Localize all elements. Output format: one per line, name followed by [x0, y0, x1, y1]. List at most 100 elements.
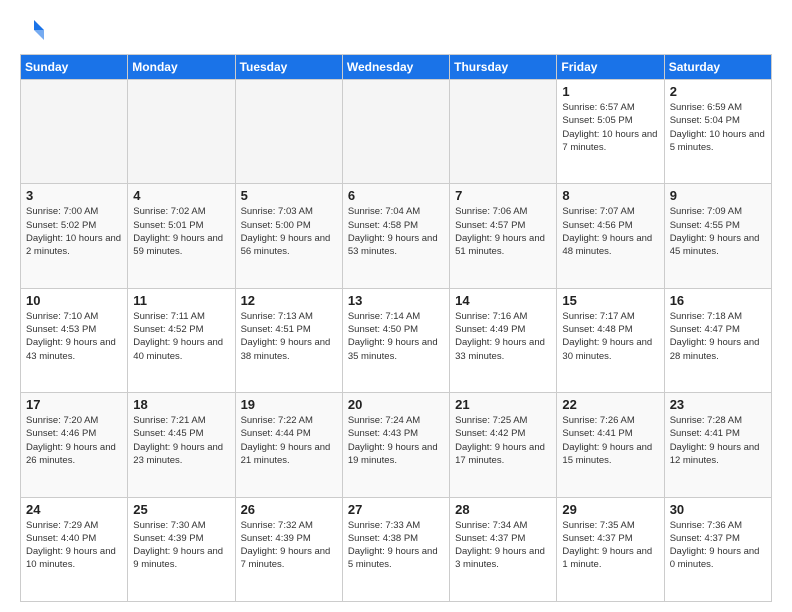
- day-info: Sunrise: 7:25 AM Sunset: 4:42 PM Dayligh…: [455, 414, 551, 467]
- logo-icon: [20, 16, 48, 44]
- calendar-cell: 17Sunrise: 7:20 AM Sunset: 4:46 PM Dayli…: [21, 393, 128, 497]
- day-number: 18: [133, 397, 229, 412]
- day-number: 12: [241, 293, 337, 308]
- weekday-header: Saturday: [664, 55, 771, 80]
- calendar-header-row: SundayMondayTuesdayWednesdayThursdayFrid…: [21, 55, 772, 80]
- calendar-cell: 29 Sunrise: 7:35 AM Sunset: 4:37 PM Dayli…: [557, 497, 664, 601]
- calendar-cell: 3 Sunrise: 7:00 AM Sunset: 5:02 PM Daylig…: [21, 184, 128, 288]
- day-info: Sunrise: 7:35 AM Sunset: 4:37 PM Dayligh…: [562, 519, 658, 572]
- day-number: 1: [562, 84, 658, 99]
- day-info: Sunrise: 7:14 AM Sunset: 4:50 PM Dayligh…: [348, 310, 444, 363]
- day-number: 29: [562, 502, 658, 517]
- header: [20, 16, 772, 44]
- day-number: 14: [455, 293, 551, 308]
- day-info: Sunrise: 7:29 AM Sunset: 4:40 PM Dayligh…: [26, 519, 122, 572]
- day-number: 22: [562, 397, 658, 412]
- day-info: Sunrise: 7:02 AM Sunset: 5:01 PM Dayligh…: [133, 205, 229, 258]
- day-number: 7: [455, 188, 551, 203]
- calendar-cell: 22 Sunrise: 7:26 AM Sunset: 4:41 PM Dayli…: [557, 393, 664, 497]
- day-number: 3: [26, 188, 122, 203]
- calendar-cell: 11 Sunrise: 7:11 AM Sunset: 4:52 PM Dayli…: [128, 288, 235, 392]
- calendar-cell: 20 Sunrise: 7:24 AM Sunset: 4:43 PM Dayli…: [342, 393, 449, 497]
- day-info: Sunrise: 7:06 AM Sunset: 4:57 PM Dayligh…: [455, 205, 551, 258]
- weekday-header: Monday: [128, 55, 235, 80]
- day-number: 23: [670, 397, 766, 412]
- weekday-header: Wednesday: [342, 55, 449, 80]
- day-info: Sunrise: 7:18 AM Sunset: 4:47 PM Dayligh…: [670, 310, 766, 363]
- day-number: 8: [562, 188, 658, 203]
- page: SundayMondayTuesdayWednesdayThursdayFrid…: [0, 0, 792, 612]
- calendar-week-row: 3 Sunrise: 7:00 AM Sunset: 5:02 PM Daylig…: [21, 184, 772, 288]
- calendar-cell: 21 Sunrise: 7:25 AM Sunset: 4:42 PM Dayli…: [450, 393, 557, 497]
- calendar-cell: 4 Sunrise: 7:02 AM Sunset: 5:01 PM Daylig…: [128, 184, 235, 288]
- day-info: Sunrise: 7:32 AM Sunset: 4:39 PM Dayligh…: [241, 519, 337, 572]
- day-info: Sunrise: 7:22 AM Sunset: 4:44 PM Dayligh…: [241, 414, 337, 467]
- day-info: Sunrise: 7:36 AM Sunset: 4:37 PM Dayligh…: [670, 519, 766, 572]
- calendar-cell: 19 Sunrise: 7:22 AM Sunset: 4:44 PM Dayli…: [235, 393, 342, 497]
- day-number: 20: [348, 397, 444, 412]
- day-info: Sunrise: 7:34 AM Sunset: 4:37 PM Dayligh…: [455, 519, 551, 572]
- calendar-week-row: 17Sunrise: 7:20 AM Sunset: 4:46 PM Dayli…: [21, 393, 772, 497]
- day-info: Sunrise: 7:03 AM Sunset: 5:00 PM Dayligh…: [241, 205, 337, 258]
- day-info: Sunrise: 7:17 AM Sunset: 4:48 PM Dayligh…: [562, 310, 658, 363]
- day-info: Sunrise: 7:26 AM Sunset: 4:41 PM Dayligh…: [562, 414, 658, 467]
- calendar-week-row: 10 Sunrise: 7:10 AM Sunset: 4:53 PM Dayli…: [21, 288, 772, 392]
- day-number: 4: [133, 188, 229, 203]
- calendar-cell: 28 Sunrise: 7:34 AM Sunset: 4:37 PM Dayli…: [450, 497, 557, 601]
- day-number: 16: [670, 293, 766, 308]
- day-info: Sunrise: 7:20 AM Sunset: 4:46 PM Dayligh…: [26, 414, 122, 467]
- logo: [20, 16, 52, 44]
- day-info: Sunrise: 7:28 AM Sunset: 4:41 PM Dayligh…: [670, 414, 766, 467]
- day-info: Sunrise: 6:57 AM Sunset: 5:05 PM Dayligh…: [562, 101, 658, 154]
- weekday-header: Sunday: [21, 55, 128, 80]
- day-number: 27: [348, 502, 444, 517]
- weekday-header: Tuesday: [235, 55, 342, 80]
- calendar-cell: 8 Sunrise: 7:07 AM Sunset: 4:56 PM Daylig…: [557, 184, 664, 288]
- calendar-cell: 27 Sunrise: 7:33 AM Sunset: 4:38 PM Dayli…: [342, 497, 449, 601]
- day-number: 10: [26, 293, 122, 308]
- day-number: 21: [455, 397, 551, 412]
- day-number: 15: [562, 293, 658, 308]
- calendar-cell: [342, 80, 449, 184]
- day-number: 6: [348, 188, 444, 203]
- calendar-cell: 6Sunrise: 7:04 AM Sunset: 4:58 PM Daylig…: [342, 184, 449, 288]
- calendar-cell: 9 Sunrise: 7:09 AM Sunset: 4:55 PM Daylig…: [664, 184, 771, 288]
- calendar-cell: 15 Sunrise: 7:17 AM Sunset: 4:48 PM Dayli…: [557, 288, 664, 392]
- calendar-cell: [450, 80, 557, 184]
- day-number: 5: [241, 188, 337, 203]
- calendar-cell: 24Sunrise: 7:29 AM Sunset: 4:40 PM Dayli…: [21, 497, 128, 601]
- day-info: Sunrise: 7:21 AM Sunset: 4:45 PM Dayligh…: [133, 414, 229, 467]
- calendar-cell: 16 Sunrise: 7:18 AM Sunset: 4:47 PM Dayli…: [664, 288, 771, 392]
- day-info: Sunrise: 7:00 AM Sunset: 5:02 PM Dayligh…: [26, 205, 122, 258]
- day-number: 9: [670, 188, 766, 203]
- calendar-week-row: 1 Sunrise: 6:57 AM Sunset: 5:05 PM Daylig…: [21, 80, 772, 184]
- day-info: Sunrise: 7:09 AM Sunset: 4:55 PM Dayligh…: [670, 205, 766, 258]
- calendar-cell: 14Sunrise: 7:16 AM Sunset: 4:49 PM Dayli…: [450, 288, 557, 392]
- day-number: 13: [348, 293, 444, 308]
- day-number: 25: [133, 502, 229, 517]
- calendar-cell: 1 Sunrise: 6:57 AM Sunset: 5:05 PM Daylig…: [557, 80, 664, 184]
- weekday-header: Thursday: [450, 55, 557, 80]
- calendar-cell: 5 Sunrise: 7:03 AM Sunset: 5:00 PM Daylig…: [235, 184, 342, 288]
- calendar-cell: 26Sunrise: 7:32 AM Sunset: 4:39 PM Dayli…: [235, 497, 342, 601]
- day-info: Sunrise: 7:07 AM Sunset: 4:56 PM Dayligh…: [562, 205, 658, 258]
- calendar-cell: [21, 80, 128, 184]
- day-number: 19: [241, 397, 337, 412]
- day-info: Sunrise: 7:11 AM Sunset: 4:52 PM Dayligh…: [133, 310, 229, 363]
- calendar-cell: 2Sunrise: 6:59 AM Sunset: 5:04 PM Daylig…: [664, 80, 771, 184]
- calendar-cell: [235, 80, 342, 184]
- day-info: Sunrise: 7:30 AM Sunset: 4:39 PM Dayligh…: [133, 519, 229, 572]
- calendar-cell: 23 Sunrise: 7:28 AM Sunset: 4:41 PM Dayli…: [664, 393, 771, 497]
- day-info: Sunrise: 7:10 AM Sunset: 4:53 PM Dayligh…: [26, 310, 122, 363]
- calendar-cell: [128, 80, 235, 184]
- calendar-cell: 7 Sunrise: 7:06 AM Sunset: 4:57 PM Daylig…: [450, 184, 557, 288]
- calendar-cell: 25 Sunrise: 7:30 AM Sunset: 4:39 PM Dayli…: [128, 497, 235, 601]
- day-info: Sunrise: 7:24 AM Sunset: 4:43 PM Dayligh…: [348, 414, 444, 467]
- calendar-cell: 10 Sunrise: 7:10 AM Sunset: 4:53 PM Dayli…: [21, 288, 128, 392]
- day-number: 30: [670, 502, 766, 517]
- day-number: 28: [455, 502, 551, 517]
- calendar-week-row: 24Sunrise: 7:29 AM Sunset: 4:40 PM Dayli…: [21, 497, 772, 601]
- day-info: Sunrise: 7:33 AM Sunset: 4:38 PM Dayligh…: [348, 519, 444, 572]
- day-number: 11: [133, 293, 229, 308]
- calendar-cell: 13 Sunrise: 7:14 AM Sunset: 4:50 PM Dayli…: [342, 288, 449, 392]
